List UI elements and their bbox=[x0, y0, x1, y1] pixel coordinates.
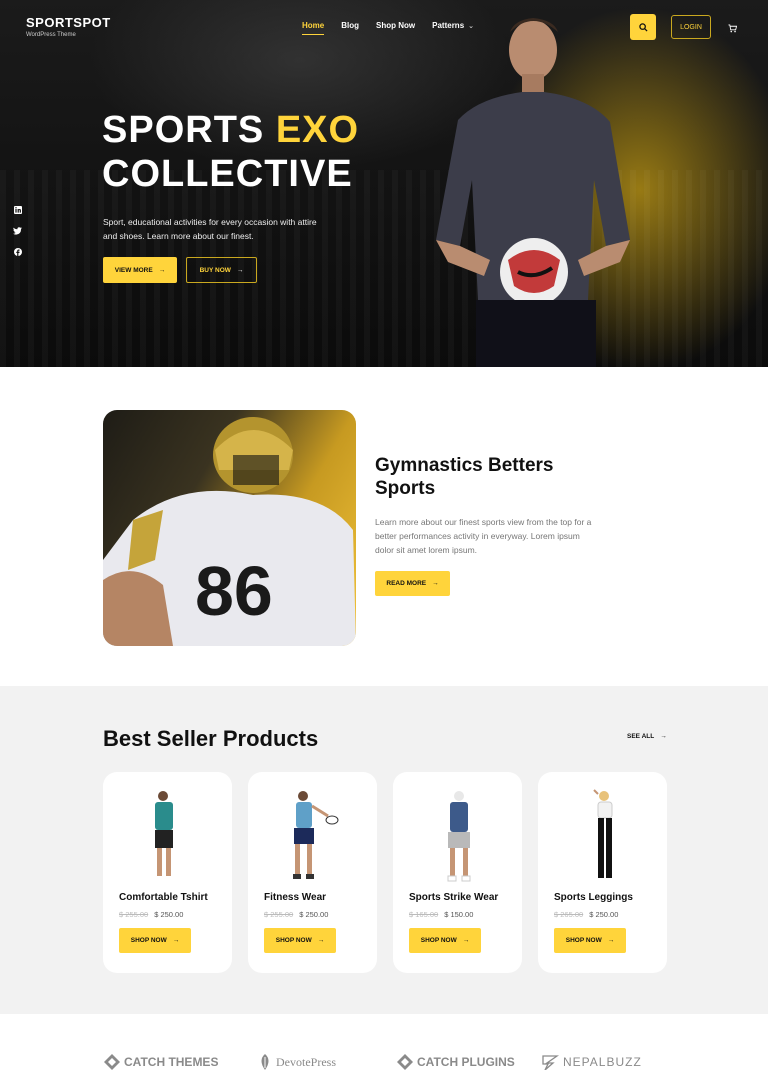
brand-tagline: WordPress Theme bbox=[26, 32, 76, 38]
old-price: $ 265.00 bbox=[554, 910, 584, 919]
product-name[interactable]: Sports Strike Wear bbox=[409, 892, 498, 903]
product-price: $ 255.00 $ 250.00 bbox=[119, 910, 183, 919]
nav-item-label: Home bbox=[302, 21, 325, 30]
product-image bbox=[155, 791, 173, 881]
hero-title-part1: SPORTS bbox=[102, 109, 265, 151]
product-name[interactable]: Fitness Wear bbox=[264, 892, 326, 903]
feature-description: Learn more about our finest sports view … bbox=[375, 517, 592, 555]
partner-logo-devotepress[interactable]: DevotePress bbox=[258, 1054, 336, 1070]
facebook-icon[interactable] bbox=[13, 247, 22, 256]
product-card[interactable]: Sports Leggings $ 265.00 $ 250.00 SHOP NO… bbox=[538, 772, 667, 973]
read-more-button[interactable]: READ MORE → bbox=[375, 571, 450, 596]
bolt-icon bbox=[542, 1055, 559, 1070]
social-links bbox=[13, 205, 22, 256]
feature-title: Gymnastics Betters Sports bbox=[375, 455, 554, 499]
shop-now-button[interactable]: SHOP NOW → bbox=[119, 928, 191, 953]
chevron-down-icon: ⌄ bbox=[468, 22, 475, 30]
hero-title: SPORTS EXO COLLECTIVE bbox=[102, 108, 359, 196]
see-all-link[interactable]: SEE ALL → bbox=[627, 733, 667, 740]
see-all-label: SEE ALL bbox=[627, 733, 655, 740]
main-nav: Home Blog Shop Now Patterns ⌄ bbox=[302, 21, 474, 35]
nav-item-patterns[interactable]: Patterns ⌄ bbox=[432, 21, 474, 30]
shop-now-button[interactable]: SHOP NOW → bbox=[264, 928, 336, 953]
hero-title-line2: COLLECTIVE bbox=[102, 153, 353, 195]
hero-title-highlight: EXO bbox=[275, 109, 360, 151]
shop-now-label: SHOP NOW bbox=[565, 937, 602, 944]
view-more-button[interactable]: VIEW MORE → bbox=[103, 257, 177, 283]
diamond-icon bbox=[104, 1054, 120, 1070]
product-name[interactable]: Sports Leggings bbox=[554, 892, 633, 903]
cart-button[interactable] bbox=[728, 20, 738, 38]
arrow-right-icon: → bbox=[432, 580, 439, 587]
partner-logo-catch-plugins[interactable]: CATCH PLUGINS bbox=[397, 1054, 515, 1070]
brand-title: SPORTSPOT bbox=[26, 15, 111, 30]
current-price: $ 250.00 bbox=[589, 910, 619, 919]
buy-now-button[interactable]: BUY NOW → bbox=[186, 257, 257, 283]
arrow-right-icon: → bbox=[660, 733, 667, 740]
nav-item-blog[interactable]: Blog bbox=[341, 21, 359, 30]
buy-now-label: BUY NOW bbox=[199, 266, 231, 274]
old-price: $ 255.00 bbox=[119, 910, 149, 919]
product-image bbox=[593, 789, 614, 878]
feature-image: 86 bbox=[103, 410, 356, 646]
arrow-right-icon: → bbox=[317, 937, 325, 944]
view-more-label: VIEW MORE bbox=[114, 266, 153, 274]
product-card[interactable]: Fitness Wear $ 255.00 $ 250.00 SHOP NOW → bbox=[248, 772, 377, 973]
shop-now-button[interactable]: SHOP NOW → bbox=[554, 928, 626, 953]
arrow-right-icon: → bbox=[607, 937, 615, 944]
old-price: $ 255.00 bbox=[264, 910, 294, 919]
nav-item-shop-now[interactable]: Shop Now bbox=[376, 21, 415, 30]
arrow-right-icon: → bbox=[158, 266, 166, 274]
partner-logo-catch-themes[interactable]: CATCH THEMES bbox=[104, 1054, 218, 1070]
shop-now-button[interactable]: SHOP NOW → bbox=[409, 928, 481, 953]
product-card[interactable]: Comfortable Tshirt $ 255.00 $ 250.00 SHOP… bbox=[103, 772, 232, 973]
nav-item-home[interactable]: Home bbox=[302, 21, 325, 35]
current-price: $ 250.00 bbox=[299, 910, 329, 919]
cart-icon bbox=[728, 24, 738, 33]
product-image bbox=[293, 791, 339, 879]
read-more-label: READ MORE bbox=[386, 580, 427, 587]
hero-description: Sport, educational activities for every … bbox=[103, 217, 317, 241]
twitter-icon[interactable] bbox=[13, 226, 22, 235]
shop-now-label: SHOP NOW bbox=[130, 937, 167, 944]
partner-name: NEPALBUZZ bbox=[563, 1055, 642, 1069]
linkedin-icon[interactable] bbox=[13, 205, 22, 214]
arrow-right-icon: → bbox=[236, 266, 244, 274]
product-name[interactable]: Comfortable Tshirt bbox=[119, 892, 208, 903]
brand-logo[interactable]: SPORTSPOT WordPress Theme bbox=[26, 15, 111, 38]
shop-now-label: SHOP NOW bbox=[420, 937, 457, 944]
search-button[interactable] bbox=[630, 14, 656, 40]
product-price: $ 255.00 $ 250.00 bbox=[264, 910, 328, 919]
shop-now-label: SHOP NOW bbox=[275, 937, 312, 944]
nav-item-label: Blog bbox=[341, 21, 360, 30]
partner-logo-nepalbuzz[interactable]: NEPALBUZZ bbox=[541, 1054, 642, 1070]
hero-player-image bbox=[436, 18, 630, 367]
search-icon bbox=[638, 22, 648, 32]
product-price: $ 165.00 $ 150.00 bbox=[409, 910, 473, 919]
old-price: $ 165.00 bbox=[409, 910, 439, 919]
nav-item-label: Patterns bbox=[432, 21, 465, 30]
diamond-icon bbox=[397, 1054, 413, 1070]
arrow-right-icon: → bbox=[172, 937, 180, 944]
current-price: $ 250.00 bbox=[154, 910, 184, 919]
product-price: $ 265.00 $ 250.00 bbox=[554, 910, 618, 919]
nav-item-label: Shop Now bbox=[376, 21, 416, 30]
product-card[interactable]: Sports Strike Wear $ 165.00 $ 150.00 SHOP… bbox=[393, 772, 522, 973]
svg-text:86: 86 bbox=[195, 552, 273, 630]
leaf-icon bbox=[261, 1054, 269, 1070]
arrow-right-icon: → bbox=[462, 937, 470, 944]
partner-name: CATCH THEMES bbox=[124, 1055, 219, 1069]
hero-section: SPORTSPOT WordPress Theme Home Blog Shop… bbox=[0, 0, 768, 367]
products-title: Best Seller Products bbox=[103, 726, 319, 751]
partner-name: DevotePress bbox=[276, 1054, 336, 1069]
login-button[interactable]: LOGIN bbox=[671, 15, 711, 39]
current-price: $ 150.00 bbox=[444, 910, 474, 919]
partner-name: CATCH PLUGINS bbox=[417, 1055, 515, 1069]
product-image bbox=[447, 791, 471, 882]
